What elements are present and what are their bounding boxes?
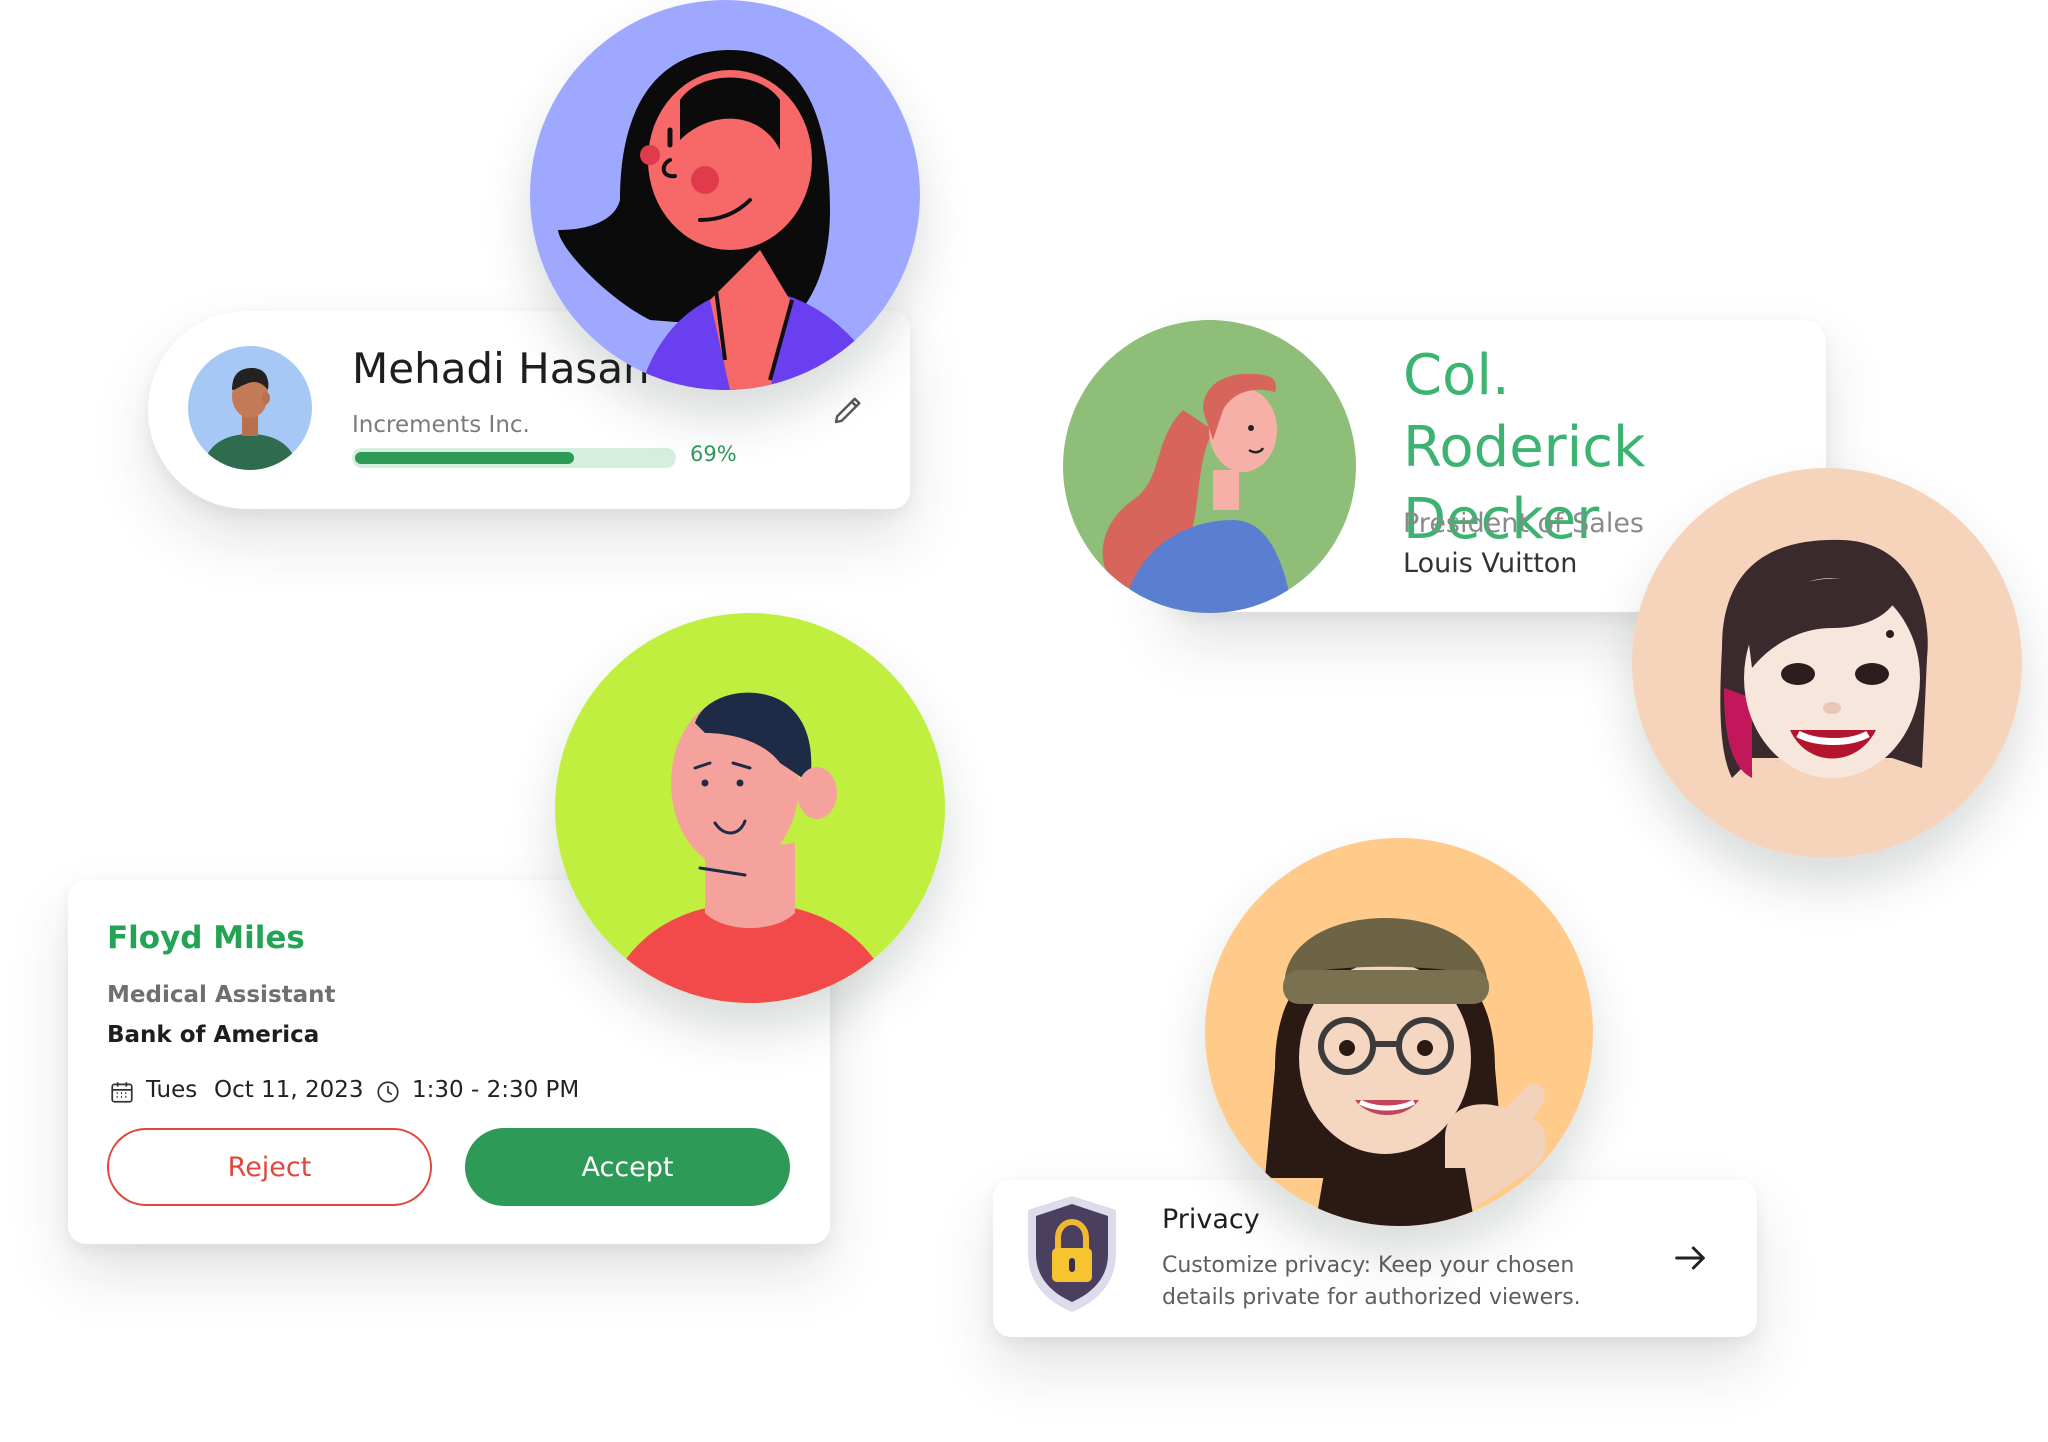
invite-date: Oct 11, 2023 <box>214 1077 364 1103</box>
avatar <box>188 346 312 470</box>
avatar <box>555 613 945 1003</box>
profile-progress-bar <box>352 448 676 468</box>
invite-day: Tues <box>146 1077 198 1103</box>
contact-role: President of Sales <box>1403 508 1644 539</box>
calendar-icon <box>111 1082 133 1103</box>
contact-company: Louis Vuitton <box>1403 548 1578 579</box>
profile-name: Mehadi Hasan <box>352 344 650 393</box>
avatar <box>1632 468 2022 858</box>
accept-button[interactable]: Accept <box>465 1128 790 1206</box>
avatar <box>1063 320 1356 613</box>
invite-name: Floyd Miles <box>107 920 305 956</box>
avatar <box>1205 838 1593 1226</box>
shield-lock-icon <box>1028 1196 1116 1312</box>
invite-time: 1:30 - 2:30 PM <box>412 1077 580 1103</box>
invite-company: Bank of America <box>107 1022 320 1048</box>
profile-company: Increments Inc. <box>352 412 530 438</box>
avatar <box>530 0 920 390</box>
privacy-title: Privacy <box>1162 1204 1260 1235</box>
clock-icon <box>377 1081 399 1103</box>
profile-progress-fill <box>355 452 574 464</box>
arrow-right-icon[interactable] <box>1670 1238 1710 1278</box>
privacy-description: Customize privacy: Keep your chosen deta… <box>1162 1253 1581 1310</box>
invite-role: Medical Assistant <box>107 982 336 1008</box>
profile-progress-label: 69% <box>690 442 737 466</box>
pencil-icon[interactable] <box>830 392 866 428</box>
reject-button[interactable]: Reject <box>107 1128 432 1206</box>
